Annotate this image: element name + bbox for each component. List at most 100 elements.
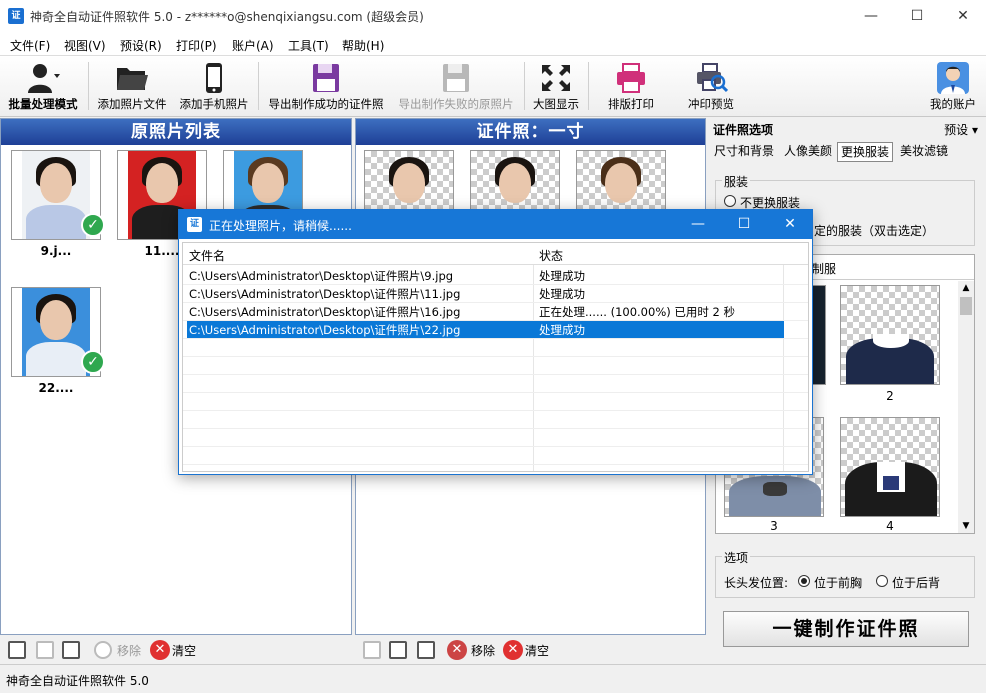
add-phone-photo-button[interactable]: 添加手机照片 [174,56,254,116]
uniform-tab[interactable]: 制服 [812,260,836,277]
table-row-selected[interactable]: C:\Users\Administrator\Desktop\证件照片\22.j… [183,321,808,339]
clothes-label: 2 [886,389,894,403]
toolbar-separator [88,62,89,110]
id-photo-panel-title: 证件照：一寸 [356,119,705,145]
dialog-maximize-button[interactable]: ☐ [721,210,767,239]
printer-icon [617,63,645,93]
make-id-photo-button[interactable]: 一键制作证件照 [723,611,969,647]
check-icon: ✓ [81,350,105,374]
tab-change-clothes[interactable]: 更换服装 [837,142,894,162]
clothes-item[interactable] [840,285,940,385]
app-icon: 证 [187,217,202,232]
print-preview-button[interactable]: 冲印预览 [676,56,746,116]
deselect-icon[interactable] [36,641,54,659]
clear-icon[interactable]: ✕ [503,640,523,660]
table-row[interactable]: C:\Users\Administrator\Desktop\证件照片\16.j… [183,303,808,321]
scroll-up-icon[interactable]: ▲ [958,281,974,295]
menu-preset[interactable]: 预设(R) [120,37,162,54]
tab-makeup-filter[interactable]: 美妆滤镜 [897,142,951,162]
table-row[interactable]: C:\Users\Administrator\Desktop\证件照片\9.jp… [183,267,808,285]
menu-tools[interactable]: 工具(T) [288,37,329,54]
app-icon: 证 [8,8,24,24]
scroll-down-icon[interactable]: ▼ [958,519,974,533]
save-icon [443,64,469,92]
close-button[interactable]: ✕ [940,0,986,32]
photo-name: 9.j... [40,244,72,258]
clothes-scrollbar[interactable]: ▲ ▼ [958,281,974,533]
column-filename[interactable]: 文件名 [189,247,225,264]
remove-button[interactable]: 移除 [471,642,495,659]
remove-icon[interactable] [94,641,112,659]
selected-clothes-label: 定的服装（双击选定） [814,224,935,238]
toolbar-separator [258,62,259,110]
clothes-item[interactable] [840,417,940,517]
status-bar: 神奇全自动证件照软件 5.0 [0,664,986,693]
batch-mode-button[interactable]: 批量处理模式 [4,56,82,116]
tab-size-background[interactable]: 尺寸和背景 [711,142,777,162]
dialog-minimize-button[interactable]: — [675,210,721,239]
tab-beauty[interactable]: 人像美颜 [781,142,835,162]
status-text: 神奇全自动证件照软件 5.0 [6,674,149,688]
phone-icon [206,63,222,93]
list-header: 文件名 状态 [183,243,808,265]
original-photo-panel-title: 原照片列表 [1,119,351,145]
long-hair-label: 长头发位置: [724,576,789,590]
title-bar: 证 神奇全自动证件照软件 5.0 - z******o@shenqixiangs… [0,0,986,32]
remove-icon[interactable]: ✕ [447,640,467,660]
dialog-close-button[interactable]: ✕ [767,210,813,239]
menu-file[interactable]: 文件(F) [10,37,50,54]
hair-front-label: 位于前胸 [814,576,863,590]
select-all-icon[interactable] [8,641,26,659]
layout-print-button[interactable]: 排版打印 [598,56,664,116]
clear-button[interactable]: 清空 [172,642,196,659]
deselect-icon[interactable] [389,641,407,659]
dialog-title-bar: 证 正在处理照片，请稍候...... — ☐ ✕ [179,210,812,239]
add-photo-file-button[interactable]: 添加照片文件 [92,56,172,116]
save-icon [313,64,339,92]
maximize-button[interactable]: ☐ [894,0,940,32]
clear-button[interactable]: 清空 [525,642,549,659]
avatar-icon [937,62,969,94]
no-change-radio[interactable] [724,195,736,207]
toolbar: 批量处理模式 添加照片文件 添加手机照片 导出制作成功的证件照 导出制作失败的原… [0,56,986,117]
toolbar-separator [524,62,525,110]
select-all-icon[interactable] [363,641,381,659]
menu-view[interactable]: 视图(V) [64,37,106,54]
my-account-button[interactable]: 我的账户 [924,56,982,116]
hair-front-radio[interactable] [798,575,810,587]
big-view-button[interactable]: 大图显示 [526,56,586,116]
processing-list: 文件名 状态 C:\Users\Administrator\Desktop\证件… [182,242,809,472]
invert-select-icon[interactable] [62,641,80,659]
column-status[interactable]: 状态 [539,247,563,264]
middle-action-bar: ✕ 移除 ✕ 清空 [355,635,706,665]
processing-dialog: 证 正在处理照片，请稍候...... — ☐ ✕ 文件名 状态 C:\Users… [178,209,813,475]
options-group: 选项 长头发位置: 位于前胸 位于后背 [715,549,975,598]
export-failed-button[interactable]: 导出制作失败的原照片 [392,56,520,116]
print-preview-icon [697,63,728,93]
preset-dropdown[interactable]: 预设 ▾ [944,121,978,138]
left-action-bar: 移除 ✕ 清空 [0,635,352,665]
users-icon [28,64,60,93]
options-title: 证件照选项 [713,123,774,137]
photo-name: 22.... [38,381,74,395]
export-success-button[interactable]: 导出制作成功的证件照 [262,56,390,116]
expand-icon [542,65,570,91]
chevron-down-icon: ▾ [971,123,978,137]
menu-print[interactable]: 打印(P) [176,37,217,54]
remove-button[interactable]: 移除 [117,642,141,659]
dialog-title: 正在处理照片，请稍候...... [209,219,352,233]
invert-select-icon[interactable] [417,641,435,659]
clothes-label: 4 [886,519,894,533]
hair-back-radio[interactable] [876,575,888,587]
clear-icon[interactable]: ✕ [150,640,170,660]
table-row[interactable]: C:\Users\Administrator\Desktop\证件照片\11.j… [183,285,808,303]
toolbar-separator [588,62,589,110]
folder-icon [117,68,148,90]
minimize-button[interactable]: — [848,0,894,32]
hair-back-label: 位于后背 [892,576,941,590]
menu-help[interactable]: 帮助(H) [342,37,384,54]
menu-bar: 文件(F) 视图(V) 预设(R) 打印(P) 账户(A) 工具(T) 帮助(H… [0,32,986,56]
menu-account[interactable]: 账户(A) [232,37,274,54]
window-title: 神奇全自动证件照软件 5.0 - z******o@shenqixiangsu.… [30,10,424,24]
check-icon: ✓ [81,213,105,237]
